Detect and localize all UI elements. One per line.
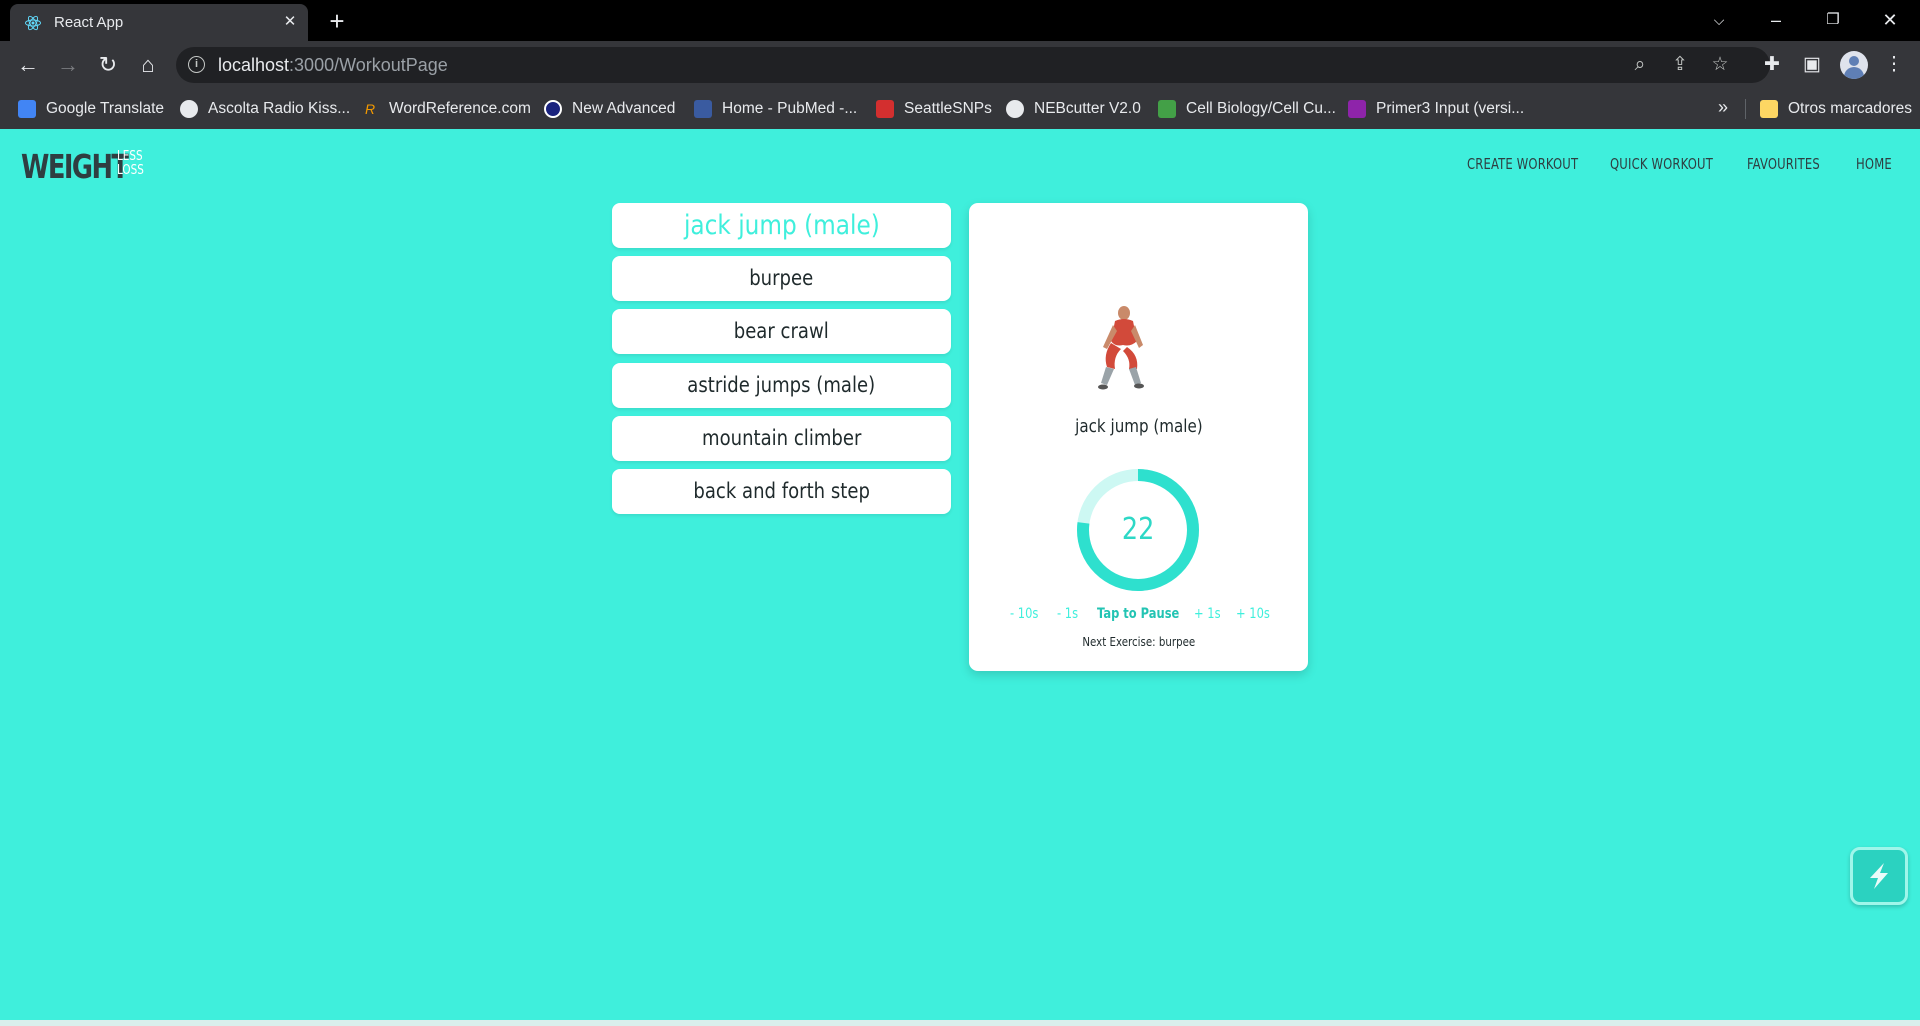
timer-value: 22 [1121, 512, 1155, 547]
minus-10s-button[interactable]: - 10s [1010, 606, 1038, 622]
minimize-icon[interactable]: – [1761, 6, 1791, 34]
snps-icon [876, 100, 894, 118]
extensions-icon[interactable]: ✚ [1758, 51, 1786, 79]
other-bookmarks[interactable]: Otros marcadores [1760, 97, 1912, 121]
url-text[interactable]: localhost:3000/WorkoutPage [218, 55, 448, 76]
tab-title: React App [54, 14, 124, 31]
forward-icon[interactable]: → [54, 51, 82, 79]
exercise-item-active[interactable]: jack jump (male) [612, 203, 951, 248]
bookmarks-bar: Google Translate Ascolta Radio Kiss... R… [0, 89, 1920, 129]
bookmark-pubmed[interactable]: Home - PubMed -... [694, 97, 857, 121]
reload-icon[interactable]: ↻ [94, 51, 122, 79]
exercise-item[interactable]: astride jumps (male) [612, 363, 951, 408]
next-exercise-label: Next Exercise: burpee [1082, 634, 1195, 649]
bookmark-seattlesnps[interactable]: SeattleSNPs [876, 97, 992, 121]
tab-close-icon[interactable]: ✕ [280, 12, 300, 32]
globe-icon [180, 100, 198, 118]
bolt-icon [1870, 863, 1888, 889]
address-bar[interactable]: i localhost:3000/WorkoutPage ⌕ ⇪ ☆ [176, 47, 1770, 83]
bookmark-wordreference[interactable]: R WordReference.com [361, 97, 531, 121]
exercise-item[interactable]: back and forth step [612, 469, 951, 514]
site-info-icon[interactable]: i [188, 56, 205, 73]
back-icon[interactable]: ← [14, 51, 42, 79]
nav-create-workout[interactable]: CREATE WORKOUT [1467, 155, 1578, 173]
share-icon[interactable]: ⇪ [1668, 53, 1692, 77]
globe-icon [1006, 100, 1024, 118]
tab-search-chevron-icon[interactable]: ⌵ [1704, 6, 1734, 34]
nav-favourites[interactable]: FAVOURITES [1747, 155, 1820, 173]
floating-action-button[interactable] [1850, 847, 1908, 905]
plus-10s-button[interactable]: + 10s [1236, 606, 1270, 622]
logo-main-text: WEIGHT [21, 147, 129, 186]
google-translate-icon [18, 100, 36, 118]
zoom-icon[interactable]: ⌕ [1628, 53, 1652, 77]
pubmed-icon [694, 100, 712, 118]
bookmark-ascolta-radio[interactable]: Ascolta Radio Kiss... [180, 97, 350, 121]
timer-controls: - 10s - 1s Tap to Pause + 1s + 10s [969, 606, 1308, 626]
bookmark-primer3[interactable]: Primer3 Input (versi... [1348, 97, 1524, 121]
browser-tab[interactable]: React App ✕ [10, 4, 308, 41]
browser-tab-bar: React App ✕ + ⌵ – ❐ ✕ [0, 0, 1920, 41]
more-bookmarks-icon[interactable]: » [1718, 97, 1728, 118]
bookmark-google-translate[interactable]: Google Translate [18, 97, 164, 121]
nav-home[interactable]: HOME [1856, 155, 1892, 173]
profile-avatar[interactable] [1840, 51, 1868, 79]
minus-1s-button[interactable]: - 1s [1057, 606, 1078, 622]
browser-toolbar: ← → ↻ ⌂ i localhost:3000/WorkoutPage ⌕ ⇪… [0, 41, 1920, 89]
bookmark-star-icon[interactable]: ☆ [1708, 53, 1732, 77]
exercise-item[interactable]: mountain climber [612, 416, 951, 461]
current-exercise-title: jack jump (male) [1074, 416, 1203, 437]
bookmark-new-advanced[interactable]: New Advanced [544, 97, 675, 121]
close-window-icon[interactable]: ✕ [1875, 6, 1905, 34]
home-icon[interactable]: ⌂ [134, 51, 162, 79]
bookmark-cell-biology[interactable]: Cell Biology/Cell Cu... [1158, 97, 1336, 121]
primer3-icon [1348, 100, 1366, 118]
countdown-timer[interactable]: 22 [1075, 467, 1201, 593]
workout-page: WEIGHT LESS LOSS CREATE WORKOUT QUICK WO… [0, 129, 1920, 1020]
app-logo[interactable]: WEIGHT LESS LOSS [21, 147, 151, 186]
wordreference-icon: R [364, 101, 376, 117]
menu-kebab-icon[interactable]: ⋮ [1880, 51, 1908, 79]
page-bottom-strip [0, 1020, 1920, 1026]
circle-logo-icon [544, 100, 562, 118]
side-panel-icon[interactable]: ▣ [1798, 51, 1826, 79]
exercise-item[interactable]: bear crawl [612, 309, 951, 354]
exercise-player-card: jack jump (male) 22 - 10s - 1s Tap to Pa… [969, 203, 1308, 671]
logo-sub-text-2: LOSS [117, 163, 144, 178]
cell-biology-icon [1158, 100, 1176, 118]
bookmarks-separator [1745, 99, 1746, 119]
exercise-item[interactable]: burpee [612, 256, 951, 301]
bookmark-nebcutter[interactable]: NEBcutter V2.0 [1006, 97, 1141, 121]
nav-quick-workout[interactable]: QUICK WORKOUT [1610, 155, 1713, 173]
react-icon [25, 15, 41, 31]
folder-icon [1760, 100, 1778, 118]
exercise-figure-image [1098, 306, 1144, 390]
restore-icon[interactable]: ❐ [1818, 6, 1848, 34]
pause-button[interactable]: Tap to Pause [1097, 606, 1179, 622]
new-tab-icon[interactable]: + [324, 8, 350, 35]
plus-1s-button[interactable]: + 1s [1194, 606, 1221, 622]
logo-sub-text-1: LESS [117, 149, 143, 164]
